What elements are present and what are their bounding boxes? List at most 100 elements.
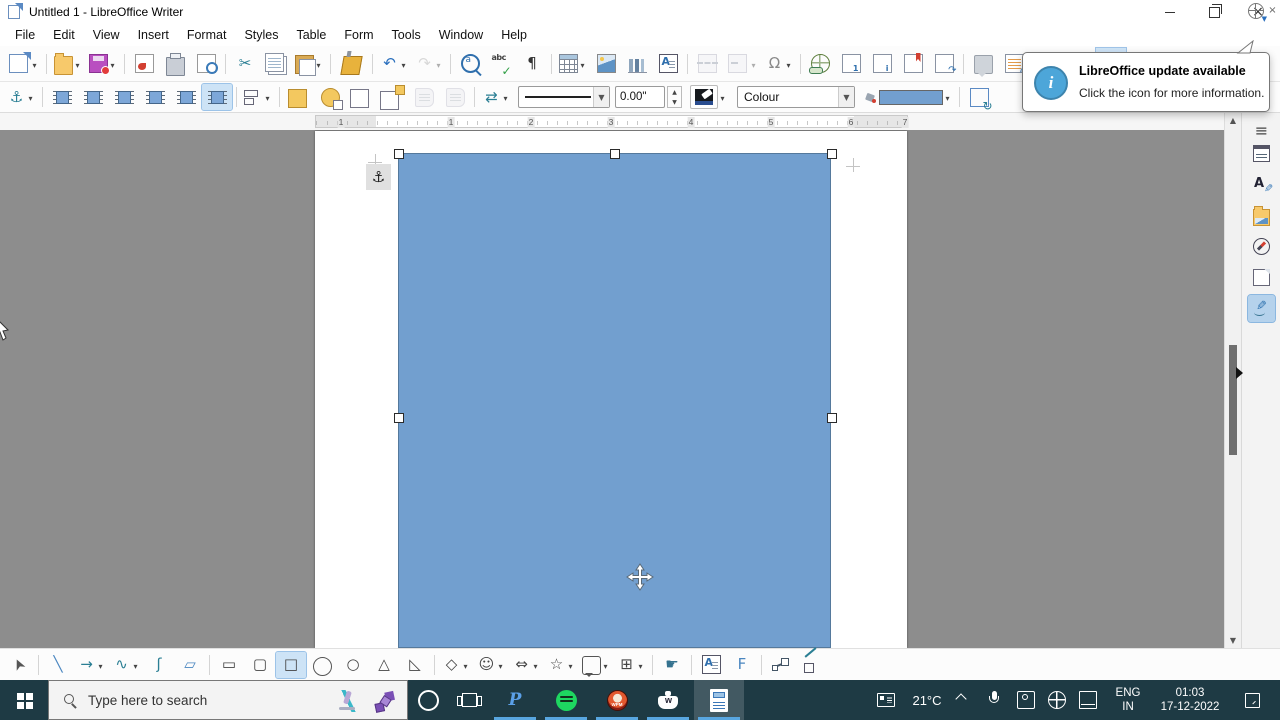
insert-image-button[interactable] xyxy=(591,51,621,77)
clone-formatting-button[interactable] xyxy=(335,51,368,77)
dropdown-arrow-icon[interactable] xyxy=(496,656,505,674)
anchor-button[interactable]: ⚓ xyxy=(4,84,38,110)
dropdown-arrow-icon[interactable] xyxy=(749,55,758,73)
dropdown-arrow-icon[interactable] xyxy=(263,88,272,106)
line-color-button[interactable] xyxy=(687,84,730,110)
insert-footnote-button[interactable] xyxy=(836,51,866,77)
wrap-off-button[interactable] xyxy=(47,84,77,110)
menu-edit[interactable]: Edit xyxy=(44,26,84,44)
dropdown-arrow-icon[interactable] xyxy=(434,55,443,73)
sidebar-hide-handle[interactable] xyxy=(1236,367,1249,379)
menu-file[interactable]: File xyxy=(6,26,44,44)
stepper-up-icon[interactable]: ▲ xyxy=(668,87,681,97)
touchpad-tray-icon[interactable] xyxy=(1072,680,1103,720)
action-center-button[interactable] xyxy=(1232,680,1272,720)
line-tool[interactable]: ╲ xyxy=(43,652,73,678)
new-document-button[interactable] xyxy=(4,51,42,77)
scroll-down-arrow[interactable]: ▼ xyxy=(1225,633,1241,648)
back-one-button[interactable] xyxy=(346,84,376,110)
dropdown-arrow-icon[interactable] xyxy=(26,88,35,106)
cross-reference-button[interactable] xyxy=(929,51,959,77)
basic-shapes-button[interactable]: ◇ xyxy=(439,652,473,678)
stepper-down-icon[interactable]: ▼ xyxy=(668,97,681,107)
selection-handle-middle-right[interactable] xyxy=(827,413,837,423)
wrap-optimal-button[interactable] xyxy=(201,83,233,111)
send-to-back-button[interactable] xyxy=(377,84,408,110)
scrollbar-thumb[interactable] xyxy=(1229,345,1237,455)
scroll-up-arrow[interactable]: ▲ xyxy=(1225,113,1241,128)
symbol-shapes-button[interactable]: ☺ xyxy=(474,652,508,678)
news-widget-button[interactable] xyxy=(866,680,906,720)
dropdown-arrow-icon[interactable] xyxy=(566,656,575,674)
line-width-input[interactable]: 0.00" xyxy=(615,86,665,108)
cortana-button[interactable] xyxy=(408,680,448,720)
copy-button[interactable] xyxy=(261,51,291,77)
fill-color-button[interactable] xyxy=(861,84,955,110)
dropdown-arrow-icon[interactable] xyxy=(578,55,587,73)
microscope-icon[interactable] xyxy=(337,690,359,712)
start-button[interactable] xyxy=(0,680,48,720)
taskbar-search-box[interactable]: Type here to search xyxy=(48,680,408,720)
curve-tool[interactable]: ∿ xyxy=(109,652,143,678)
line-width-stepper[interactable]: ▲ ▼ xyxy=(667,86,682,108)
to-foreground-button[interactable] xyxy=(409,84,439,110)
dropdown-arrow-icon[interactable] xyxy=(501,88,510,106)
arrow-style-button[interactable]: ⇄ xyxy=(479,84,513,110)
line-style-select[interactable]: ▼ xyxy=(518,86,610,108)
circle-tool[interactable]: ○ xyxy=(338,652,368,678)
network-tray-icon[interactable] xyxy=(1041,680,1072,720)
dropdown-arrow-icon[interactable] xyxy=(131,656,140,674)
dropdown-arrow-icon[interactable] xyxy=(461,656,470,674)
fontwork-button[interactable]: F xyxy=(727,652,757,678)
menu-insert[interactable]: Insert xyxy=(129,26,178,44)
to-background-button[interactable] xyxy=(440,84,470,110)
selected-rectangle-shape[interactable] xyxy=(398,153,831,648)
align-objects-button[interactable] xyxy=(241,84,275,110)
select-tool[interactable] xyxy=(4,652,34,678)
insert-endnote-button[interactable] xyxy=(867,51,897,77)
bring-to-front-button[interactable] xyxy=(284,84,314,112)
insert-field-button[interactable] xyxy=(723,51,761,77)
satellite-icon[interactable] xyxy=(371,688,397,714)
insert-chart-button[interactable] xyxy=(622,51,652,77)
dropdown-arrow-icon[interactable] xyxy=(30,55,39,73)
selection-handle-middle-left[interactable] xyxy=(394,413,404,423)
menu-window[interactable]: Window xyxy=(430,26,492,44)
triangle-tool[interactable]: △ xyxy=(369,652,399,678)
dropdown-arrow-icon[interactable] xyxy=(601,656,610,674)
update-available-icon[interactable] xyxy=(1248,3,1267,23)
menu-form[interactable]: Form xyxy=(335,26,382,44)
paste-button[interactable] xyxy=(292,51,326,77)
sidebar-styles-tab[interactable] xyxy=(1248,171,1275,198)
selection-handle-top-center[interactable] xyxy=(610,149,620,159)
dropdown-arrow-icon[interactable] xyxy=(943,88,952,106)
flowchart-button[interactable]: ⊞ xyxy=(614,652,648,678)
dropdown-arrow-icon[interactable] xyxy=(73,55,82,73)
wrap-before-button[interactable] xyxy=(78,84,108,110)
sidebar-accessibility-tab[interactable] xyxy=(1247,294,1276,323)
export-pdf-button[interactable] xyxy=(129,51,159,77)
rotate-button[interactable] xyxy=(964,84,994,112)
rectangle-tool[interactable]: ▭ xyxy=(214,652,244,678)
menu-view[interactable]: View xyxy=(84,26,129,44)
stars-banners-button[interactable]: ☆ xyxy=(544,652,578,678)
sidebar-gallery-tab[interactable] xyxy=(1248,202,1275,229)
cast-tray-icon[interactable] xyxy=(1010,680,1041,720)
sidebar-navigator-tab[interactable] xyxy=(1248,233,1275,260)
redo-button[interactable]: ↷ xyxy=(412,51,446,77)
sidebar-page-tab[interactable] xyxy=(1248,264,1275,291)
dropdown-arrow-icon[interactable] xyxy=(784,55,793,73)
close-document-icon[interactable]: × xyxy=(1266,5,1279,16)
callouts-button[interactable] xyxy=(579,652,613,678)
dropdown-arrow-icon[interactable] xyxy=(636,656,645,674)
menu-help[interactable]: Help xyxy=(492,26,536,44)
insert-table-button[interactable] xyxy=(556,51,590,77)
restore-button[interactable] xyxy=(1192,0,1236,24)
clock[interactable]: 01:03 17-12-2022 xyxy=(1152,680,1228,720)
page-break-button[interactable] xyxy=(692,51,722,77)
spelling-button[interactable] xyxy=(486,51,516,77)
menu-table[interactable]: Table xyxy=(287,26,335,44)
toggle-extrusion-button[interactable] xyxy=(797,652,827,678)
save-button[interactable] xyxy=(86,51,120,77)
hidden-icons-chevron[interactable] xyxy=(948,680,979,720)
